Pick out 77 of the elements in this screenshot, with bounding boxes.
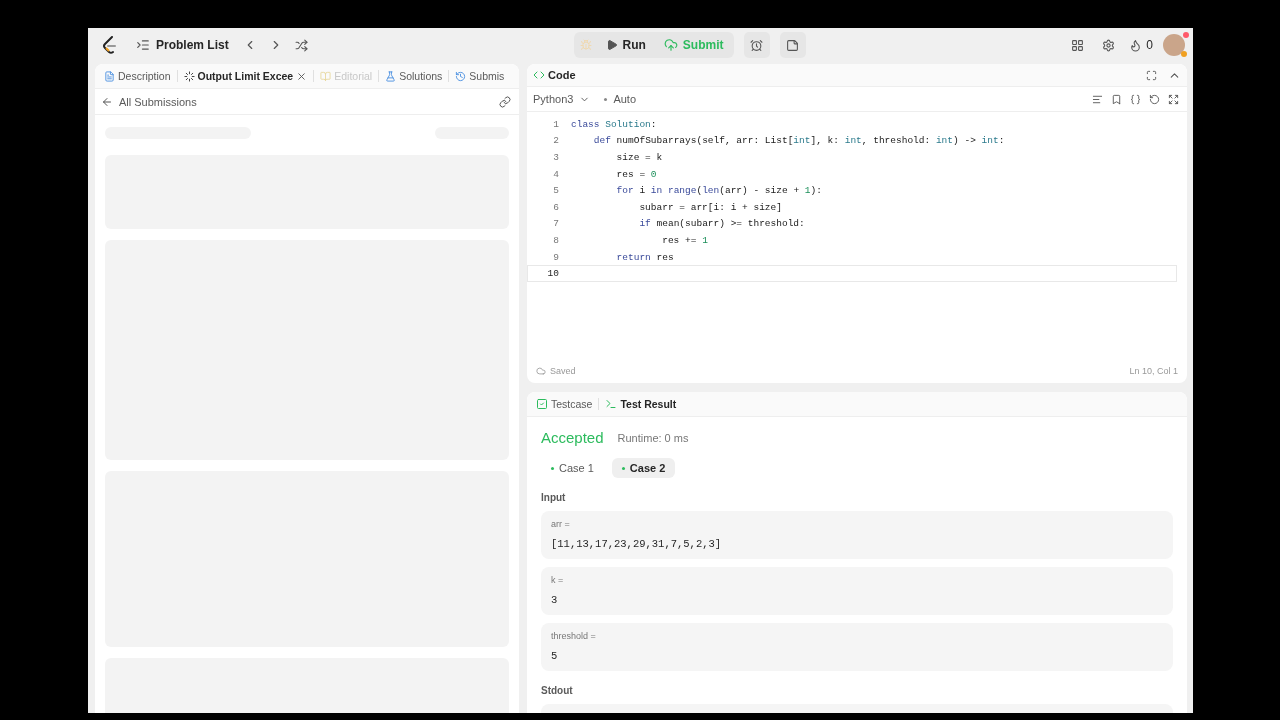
braces-icon[interactable] (1130, 93, 1141, 105)
stdout-label: Stdout (541, 685, 574, 696)
fullscreen-icon[interactable] (1146, 69, 1157, 81)
code-line: def numOfSubarrays(self, arr: List[int], k: int, threshold: int) -> int: (592, 135, 1005, 147)
case-tab[interactable]: Case 1 (541, 458, 604, 478)
history-icon (455, 70, 467, 82)
line-number: 3 (552, 152, 560, 163)
reset-icon[interactable] (1149, 93, 1160, 105)
verdict: Accepted (541, 429, 604, 446)
run-button[interactable]: Run (597, 34, 654, 56)
panel-tab[interactable]: Test Result (602, 398, 680, 410)
code-line: class Solution: (571, 118, 657, 130)
code-line: res += 1 (661, 234, 708, 246)
line-number: 5 (552, 185, 560, 197)
runtime: Runtime: 0 ms (617, 431, 689, 444)
mode-label[interactable]: Auto (613, 93, 636, 105)
flame-icon (1129, 38, 1143, 52)
book-icon (320, 70, 332, 82)
cloud-upload-icon (663, 38, 678, 52)
code-line: return res (615, 251, 674, 263)
case-tab[interactable]: Case 2 (611, 458, 676, 478)
cursor-position: Ln 10, Col 1 (1129, 366, 1178, 376)
code-icon (533, 69, 545, 81)
bookmark-icon[interactable] (1111, 93, 1122, 105)
note-icon (786, 38, 799, 52)
panel-tab[interactable]: Output Limit Excee (180, 70, 311, 82)
flask-icon (385, 70, 397, 82)
close-icon[interactable] (296, 70, 308, 82)
expand-icon[interactable] (1168, 93, 1179, 105)
panel-tab[interactable]: Testcase (533, 398, 596, 410)
panel-tab[interactable]: Solutions (382, 70, 446, 82)
settings-icon (1102, 38, 1116, 52)
line-number: 1 (552, 118, 560, 130)
play-icon (605, 39, 618, 51)
alarm-clock-icon (750, 38, 763, 52)
code-line: size = k (615, 152, 663, 163)
checkbox-icon (536, 398, 548, 410)
back-arrow-icon[interactable] (101, 95, 113, 108)
panel-tab[interactable]: Description (101, 70, 174, 82)
code-title: Code (548, 69, 576, 81)
streak-count: 0 (1146, 38, 1153, 52)
parameter-value: 3 (551, 594, 559, 606)
panel-tab[interactable]: Submis (452, 70, 508, 82)
terminal-icon (605, 398, 618, 410)
bug-icon (579, 39, 592, 51)
line-number: 9 (552, 251, 560, 263)
line-number: 6 (552, 201, 560, 213)
problem-list-button[interactable]: Problem List (132, 34, 233, 56)
line-number: 8 (552, 234, 560, 246)
line-number: 7 (552, 218, 560, 230)
all-submissions-link[interactable]: All Submissions (119, 95, 197, 108)
line-number: 10 (546, 268, 560, 280)
save-status: Saved (550, 366, 576, 376)
parameter-name: arr = (551, 519, 571, 529)
list-icon (136, 38, 150, 52)
cloud-icon (536, 366, 546, 376)
input-label: Input (541, 492, 567, 503)
parameter-value: [11,13,17,23,29,31,7,5,2,3] (551, 538, 723, 550)
code-line: if mean(subarr) >= threshold: (638, 218, 805, 230)
document-icon (104, 70, 115, 82)
parameter-value: 5 (551, 650, 559, 662)
logo-icon[interactable] (102, 36, 118, 54)
grid-icon (1071, 38, 1085, 52)
language-selector[interactable]: Python3 (533, 93, 574, 105)
code-line: res = 0 (615, 168, 657, 180)
spinner-icon (183, 70, 195, 82)
timer-button[interactable] (743, 32, 770, 58)
parameter-name: k = (551, 575, 565, 585)
link-icon[interactable] (499, 95, 511, 108)
line-number: 2 (552, 135, 560, 147)
code-line: for i in range(len(arr) - size + 1): (615, 185, 822, 197)
format-icon[interactable] (1092, 93, 1103, 105)
code-line: subarr = arr[i: i + size] (638, 201, 782, 213)
line-number: 4 (552, 168, 560, 180)
notes-button[interactable] (779, 32, 806, 58)
shuffle-icon (294, 38, 308, 52)
parameter-name: threshold = (551, 631, 597, 641)
